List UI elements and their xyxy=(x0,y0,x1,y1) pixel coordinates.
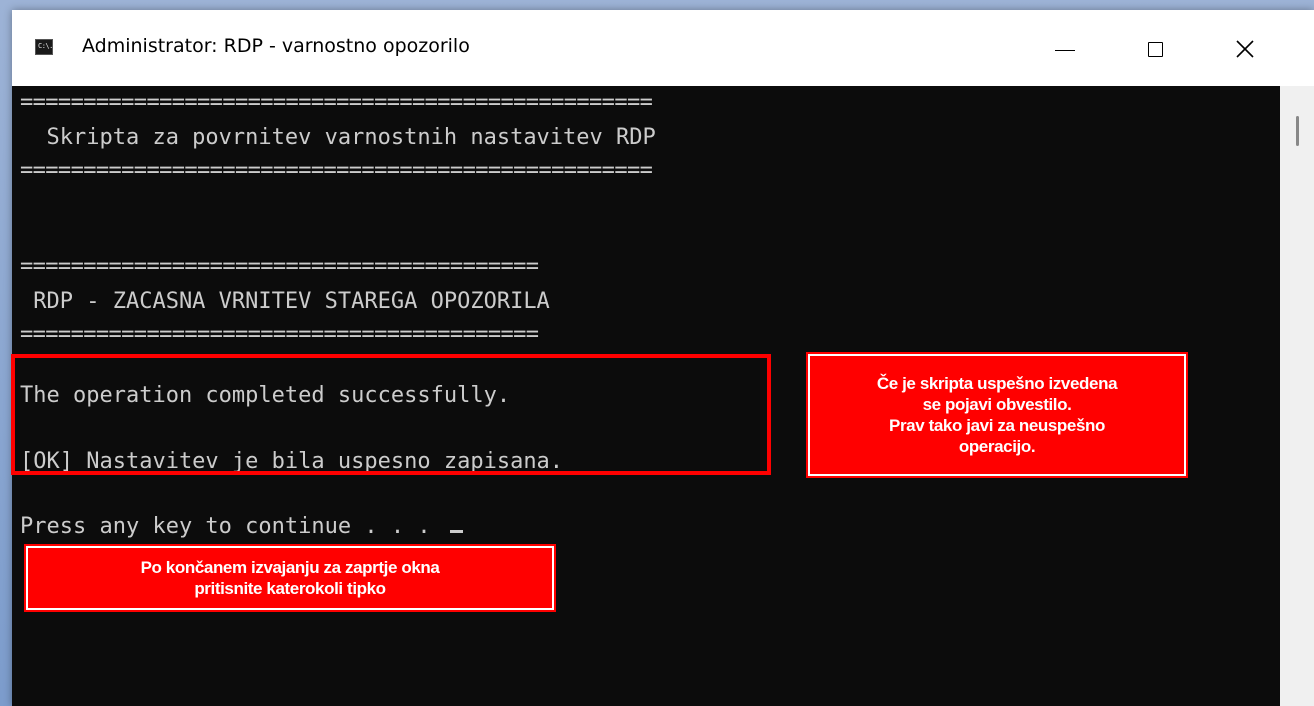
minimize-icon xyxy=(1055,49,1075,51)
console-icon: C:\. xyxy=(35,39,53,55)
maximize-button[interactable] xyxy=(1130,25,1180,73)
close-button[interactable] xyxy=(1220,25,1270,73)
console-icon-label: C:\. xyxy=(38,42,53,50)
vertical-scrollbar[interactable] xyxy=(1280,86,1314,706)
callout-line: pritisnite katerokoli tipko xyxy=(194,579,386,598)
text-cursor xyxy=(449,530,463,533)
continue-prompt: Press any key to continue . . . xyxy=(20,514,463,540)
callout-line: se pojavi obvestilo. xyxy=(922,395,1072,414)
separator-line: ========================================… xyxy=(20,254,539,279)
window-title: Administrator: RDP - varnostno opozorilo xyxy=(82,35,470,57)
callout-line: Prav tako javi za neuspešno xyxy=(889,416,1105,435)
close-note-callout: Po končanem izvajanju za zaprtje okna pr… xyxy=(24,544,556,612)
header-title: Skripta za povrnitev varnostnih nastavit… xyxy=(20,125,656,150)
success-note-callout: Če je skripta uspešno izvedena se pojavi… xyxy=(806,352,1188,478)
maximize-icon xyxy=(1147,41,1163,57)
separator-line: ========================================… xyxy=(20,158,653,183)
prompt-text: Press any key to continue . . . xyxy=(20,514,444,539)
title-bar[interactable]: C:\. Administrator: RDP - varnostno opoz… xyxy=(12,10,1314,86)
separator-line: ========================================… xyxy=(20,90,653,115)
callout-line: Po končanem izvajanju za zaprtje okna xyxy=(140,558,440,577)
scrollbar-thumb[interactable] xyxy=(1296,116,1299,146)
minimize-button[interactable] xyxy=(1040,25,1090,73)
callout-line: operacijo. xyxy=(958,437,1036,456)
callout-line: Če je skripta uspešno izvedena xyxy=(876,374,1118,393)
result-highlight-box xyxy=(11,354,771,475)
section-title: RDP - ZACASNA VRNITEV STAREGA OPOZORILA xyxy=(20,289,550,314)
close-icon xyxy=(1236,40,1254,58)
separator-line: ========================================… xyxy=(20,322,539,347)
